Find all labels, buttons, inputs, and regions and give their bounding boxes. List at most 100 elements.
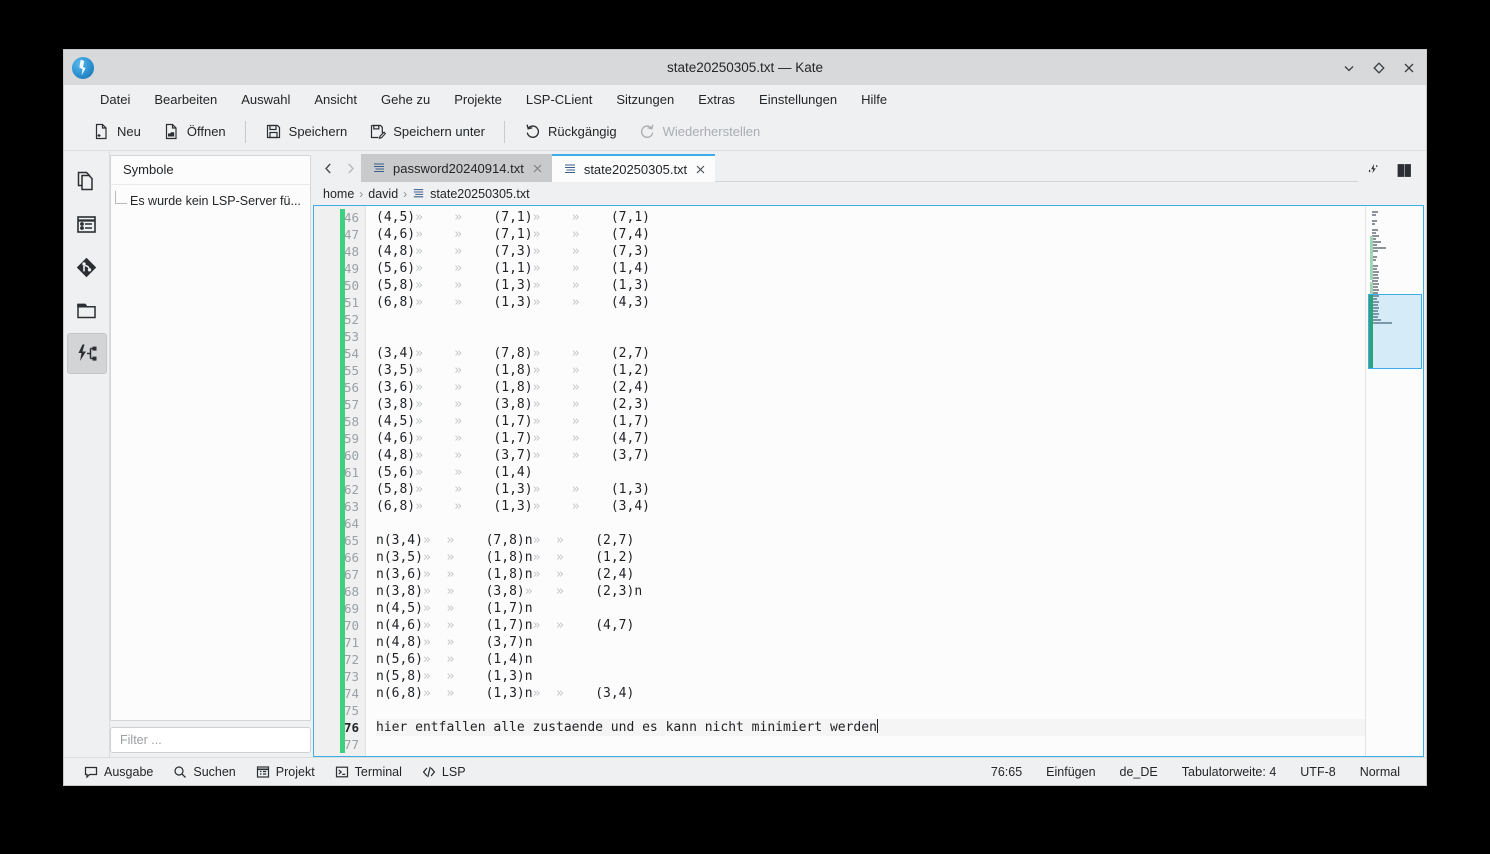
tab-password20240914[interactable]: password20240914.txt (361, 154, 552, 182)
sidebar-item-git[interactable] (67, 247, 107, 288)
highlight-mode[interactable]: Normal (1348, 765, 1412, 779)
open-button[interactable]: Öffnen (152, 119, 237, 144)
minimap-segment (1372, 232, 1376, 234)
code-line[interactable]: (5,6)» » (1,4) (376, 464, 1365, 481)
locale[interactable]: de_DE (1108, 765, 1170, 779)
code-line[interactable]: (3,6)» » (1,8)» » (2,4) (376, 379, 1365, 396)
tab-marker: » (454, 346, 462, 361)
split-view-icon[interactable] (1397, 163, 1412, 178)
save-as-button[interactable]: Speichern unter (358, 119, 496, 144)
code-line[interactable]: n(5,8)» » (1,3)n (376, 668, 1365, 685)
menu-hilfe[interactable]: Hilfe (849, 89, 899, 110)
code-text (580, 278, 611, 293)
code-line[interactable] (376, 311, 1365, 328)
tab-marker: » (556, 584, 564, 599)
tab-close-icon[interactable] (531, 162, 544, 175)
code-text-area[interactable]: (4,5)» » (7,1)» » (7,1)(4,6)» » (7,1)» »… (366, 206, 1365, 756)
new-button[interactable]: Neu (82, 119, 152, 144)
code-line[interactable]: n(3,4)» » (7,8)n» » (2,7) (376, 532, 1365, 549)
code-line[interactable]: n(6,8)» » (1,3)n» » (3,4) (376, 685, 1365, 702)
save-button[interactable]: Speichern (254, 119, 359, 144)
sidebar-item-outline[interactable] (67, 204, 107, 245)
code-line[interactable]: (4,5)» » (7,1)» » (7,1) (376, 209, 1365, 226)
menu-gehe-zu[interactable]: Gehe zu (369, 89, 442, 110)
code-text (580, 380, 611, 395)
tab-marker: » (454, 261, 462, 276)
menu-ansicht[interactable]: Ansicht (302, 89, 369, 110)
status-lsp-button[interactable]: LSP (412, 765, 476, 779)
code-line[interactable]: (6,8)» » (1,3)» » (3,4) (376, 498, 1365, 515)
insert-mode[interactable]: Einfügen (1034, 765, 1107, 779)
menu-bearbeiten[interactable]: Bearbeiten (142, 89, 229, 110)
code-line[interactable]: (4,5)» » (1,7)» » (1,7) (376, 413, 1365, 430)
minimap[interactable] (1365, 206, 1423, 756)
tab-state20250305[interactable]: state20250305.txt (552, 154, 715, 182)
menu-extras[interactable]: Extras (686, 89, 747, 110)
menu-projekte[interactable]: Projekte (442, 89, 514, 110)
code-text (462, 397, 493, 412)
code-line[interactable]: (4,8)» » (7,3)» » (7,3) (376, 243, 1365, 260)
tab-next-button[interactable] (339, 154, 361, 182)
status-terminal-button[interactable]: Terminal (325, 765, 412, 779)
tab-close-icon[interactable] (694, 163, 707, 176)
status-output-button[interactable]: Ausgabe (74, 765, 163, 779)
breadcrumb-part-david[interactable]: david (368, 187, 398, 201)
minimize-button[interactable] (1342, 61, 1356, 75)
code-line[interactable] (376, 702, 1365, 719)
tab-prev-button[interactable] (317, 154, 339, 182)
code-line[interactable]: (6,8)» » (1,3)» » (4,3) (376, 294, 1365, 311)
code-line[interactable] (376, 328, 1365, 345)
code-line[interactable]: (4,8)» » (3,7)» » (3,7) (376, 447, 1365, 464)
code-line[interactable]: (5,8)» » (1,3)» » (1,3) (376, 277, 1365, 294)
code-line[interactable]: (5,8)» » (1,3)» » (1,3) (376, 481, 1365, 498)
code-line[interactable] (376, 515, 1365, 532)
menu-auswahl[interactable]: Auswahl (229, 89, 302, 110)
symbols-tree-item[interactable]: Es wurde kein LSP-Server fü... (115, 191, 306, 210)
code-line[interactable]: n(4,8)» » (3,7)n (376, 634, 1365, 651)
code-line[interactable]: hier entfallen alle zustaende und es kan… (376, 719, 1365, 736)
sidebar-item-documents[interactable] (67, 161, 107, 202)
minimap-viewport[interactable] (1368, 294, 1422, 369)
code-line[interactable]: n(4,6)» » (1,7)n» » (4,7) (376, 617, 1365, 634)
close-button[interactable] (1402, 61, 1416, 75)
redo-button-label: Wiederherstellen (663, 124, 761, 139)
code-line[interactable]: (4,6)» » (1,7)» » (4,7) (376, 430, 1365, 447)
status-search-button[interactable]: Suchen (163, 765, 245, 779)
code-line[interactable]: (3,4)» » (7,8)» » (2,7) (376, 345, 1365, 362)
cursor-position[interactable]: 76:65 (979, 765, 1034, 779)
undo-button[interactable]: Rückgängig (513, 119, 628, 144)
maximize-button[interactable] (1372, 61, 1386, 75)
code-line[interactable]: n(3,6)» » (1,8)n» » (2,4) (376, 566, 1365, 583)
menu-datei[interactable]: Datei (88, 89, 142, 110)
kate-main-window: state20250305.txt — Kate Datei Bearbeite… (64, 50, 1426, 785)
code-text (540, 210, 571, 225)
sidebar-item-lsp-symbols[interactable] (67, 333, 107, 374)
status-project-button[interactable]: Projekt (246, 765, 325, 779)
code-text (580, 261, 611, 276)
menu-sitzungen[interactable]: Sitzungen (604, 89, 686, 110)
code-line[interactable] (376, 736, 1365, 753)
code-line[interactable]: n(3,8)» » (3,8)» » (2,3)n (376, 583, 1365, 600)
breadcrumb-part-home[interactable]: home (323, 187, 354, 201)
code-line[interactable]: n(4,5)» » (1,7)n (376, 600, 1365, 617)
code-line[interactable]: (4,6)» » (7,1)» » (7,4) (376, 226, 1365, 243)
menu-lsp-client[interactable]: LSP-CLient (514, 89, 604, 110)
code-line[interactable]: (5,6)» » (1,1)» » (1,4) (376, 260, 1365, 277)
code-line[interactable]: n(5,6)» » (1,4)n (376, 651, 1365, 668)
breadcrumb-part-file[interactable]: state20250305.txt (430, 187, 529, 201)
lightning-icon[interactable] (1366, 163, 1381, 178)
encoding[interactable]: UTF-8 (1288, 765, 1347, 779)
menu-einstellungen[interactable]: Einstellungen (747, 89, 849, 110)
tab-width[interactable]: Tabulatorweite: 4 (1170, 765, 1289, 779)
code-line[interactable]: n(3,5)» » (1,8)n» » (1,2) (376, 549, 1365, 566)
sidebar-item-filesystem[interactable] (67, 290, 107, 331)
symbols-tree[interactable]: Es wurde kein LSP-Server fü... (110, 184, 311, 721)
tab-marker: » (423, 669, 431, 684)
open-button-label: Öffnen (187, 124, 226, 139)
code-line[interactable]: (3,5)» » (1,8)» » (1,2) (376, 362, 1365, 379)
code-text (462, 380, 493, 395)
tab-marker: » (415, 244, 423, 259)
code-line[interactable]: (3,8)» » (3,8)» » (2,3) (376, 396, 1365, 413)
symbols-filter-input[interactable]: Filter ... (110, 727, 311, 753)
code-brackets-icon (422, 765, 436, 779)
